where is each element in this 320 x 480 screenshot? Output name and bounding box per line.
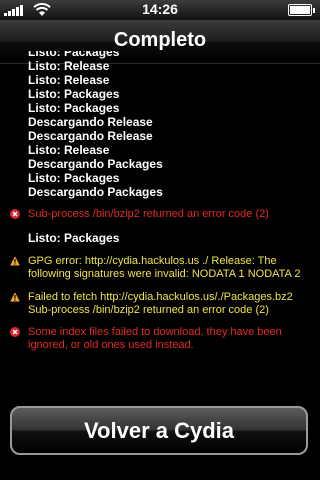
page-title: Completo: [113, 29, 207, 51]
error-message: Sub-process /bin/bzip2 returned an error…: [0, 208, 320, 221]
back-button-label: Volver a Cydia: [84, 417, 234, 443]
log-line: Listo: Packages: [28, 51, 120, 59]
error-text: Sub-process /bin/bzip2 returned an error…: [28, 208, 269, 220]
log-line: Listo: Packages: [28, 171, 120, 185]
log-line: Descargando Packages: [28, 157, 163, 171]
screen: 14:26 Completo Listo: Packages Listo: Re…: [0, 0, 320, 480]
error-x-icon: [10, 209, 20, 219]
warning-triangle-icon: [10, 256, 20, 266]
log-line: Listo: Packages: [28, 101, 120, 115]
log-line: Listo: Packages: [28, 87, 120, 101]
warning-text: GPG error: http://cydia.hackulos.us ./ R…: [28, 255, 301, 280]
log-line: Listo: Release: [28, 59, 110, 73]
log-line: Listo: Packages: [28, 231, 120, 245]
battery-fill: [290, 6, 310, 14]
log-line: Descargando Packages: [28, 185, 163, 199]
warning-message: GPG error: http://cydia.hackulos.us ./ R…: [0, 255, 320, 281]
error-text: Some index files failed to download, the…: [28, 326, 282, 351]
warning-message: Failed to fetch http://cydia.hackulos.us…: [0, 291, 320, 317]
log-line: Descargando Release: [28, 129, 153, 143]
status-bar: 14:26: [0, 0, 320, 20]
back-to-cydia-button[interactable]: Volver a Cydia: [10, 406, 308, 455]
error-x-icon: [10, 327, 20, 337]
output-log[interactable]: Listo: Packages Listo: Release Listo: Re…: [0, 51, 320, 393]
footer: Volver a Cydia: [0, 393, 320, 480]
log-line: Listo: Release: [28, 143, 110, 157]
log-line: Listo: Release: [28, 73, 110, 87]
battery-icon: [288, 4, 315, 16]
error-message: Some index files failed to download, the…: [0, 326, 320, 352]
log-line: Descargando Release: [28, 115, 153, 129]
warning-triangle-icon: [10, 292, 20, 302]
status-time: 14:26: [142, 1, 178, 17]
warning-text: Failed to fetch http://cydia.hackulos.us…: [28, 291, 293, 316]
